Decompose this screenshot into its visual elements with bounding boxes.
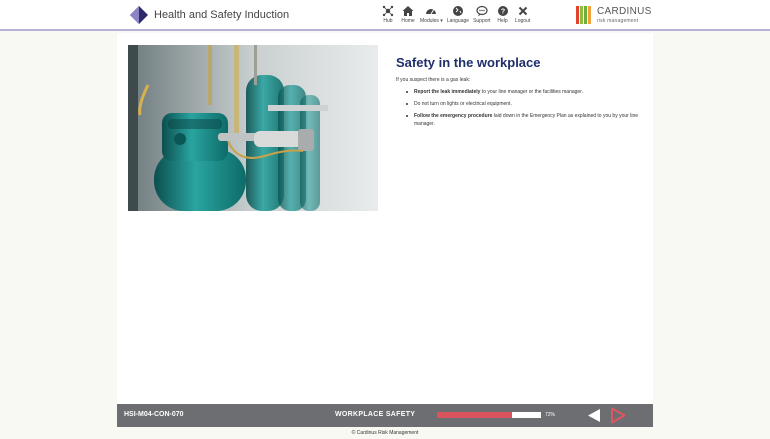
nav-home-label: Home bbox=[401, 18, 415, 24]
close-icon bbox=[515, 4, 531, 17]
gas-cylinders-photo bbox=[128, 45, 378, 211]
nav-help-label: Help bbox=[497, 18, 508, 24]
list-item: Report the leak immediately to your line… bbox=[396, 88, 646, 96]
nav-modules-label: Modules ▾ bbox=[420, 18, 443, 24]
nav-hub-label: Hub bbox=[383, 18, 393, 24]
nav-support[interactable]: Support bbox=[473, 4, 491, 28]
globe-icon bbox=[450, 4, 466, 17]
nav-home[interactable]: Home bbox=[400, 4, 416, 28]
brand-bars-icon bbox=[576, 6, 592, 24]
progress-bar bbox=[437, 412, 541, 418]
previous-button[interactable] bbox=[587, 408, 601, 423]
progress-fill bbox=[437, 412, 512, 418]
chat-icon bbox=[474, 4, 490, 17]
list-item: Follow the emergency procedure laid down… bbox=[396, 112, 646, 128]
help-icon: ? bbox=[495, 4, 511, 17]
nav-hub[interactable]: Hub bbox=[380, 4, 396, 28]
instruction-list: Report the leak immediately to your line… bbox=[396, 88, 646, 128]
nav-language-label: Language bbox=[446, 18, 470, 24]
nav-language[interactable]: Language bbox=[447, 4, 469, 28]
home-icon bbox=[400, 4, 416, 17]
app-title: Health and Safety Induction bbox=[154, 9, 290, 21]
intro-text: If you suspect there is a gas leak: bbox=[396, 77, 471, 83]
article: Safety in the workplace If you suspect t… bbox=[396, 55, 646, 132]
svg-text:?: ? bbox=[500, 8, 504, 15]
list-item-text: to your line manager or the facilities m… bbox=[480, 89, 583, 95]
section-title: WORKPLACE SAFETY bbox=[335, 411, 416, 418]
brand-subtitle: risk management bbox=[597, 18, 639, 24]
list-item-text: Do not turn on lights or electrical equi… bbox=[414, 101, 512, 107]
content-panel: Safety in the workplace If you suspect t… bbox=[117, 33, 653, 404]
app-logo-icon bbox=[130, 6, 148, 24]
page-code: HSI-M04-CON-070 bbox=[124, 411, 184, 418]
brand-logo: CARDINUS risk management bbox=[576, 5, 656, 27]
nav-modules[interactable]: Modules ▾ bbox=[420, 4, 443, 28]
main-nav: Hub Home Modules ▾ Language Support ? He… bbox=[380, 4, 535, 28]
progress-percent: 72% bbox=[545, 412, 556, 418]
nav-logout-label: Logout bbox=[514, 18, 531, 24]
nav-help[interactable]: ? Help bbox=[495, 4, 511, 28]
dashboard-icon bbox=[423, 4, 439, 17]
course-footer: HSI-M04-CON-070 WORKPLACE SAFETY 72% bbox=[117, 404, 653, 427]
copyright-text: © Cardinus Risk Management bbox=[351, 430, 419, 436]
list-item-bold: Follow the emergency procedure bbox=[414, 113, 493, 119]
nav-support-label: Support bbox=[473, 18, 491, 24]
brand-name: CARDINUS bbox=[597, 6, 652, 17]
nav-logout[interactable]: Logout bbox=[515, 4, 531, 28]
list-item: Do not turn on lights or electrical equi… bbox=[396, 100, 646, 108]
list-item-bold: Report the leak immediately bbox=[414, 89, 481, 95]
page-title: Safety in the workplace bbox=[396, 55, 541, 70]
hub-icon bbox=[380, 4, 396, 17]
app-header: Health and Safety Induction Hub Home Mod… bbox=[0, 0, 770, 31]
next-button[interactable] bbox=[610, 407, 626, 424]
